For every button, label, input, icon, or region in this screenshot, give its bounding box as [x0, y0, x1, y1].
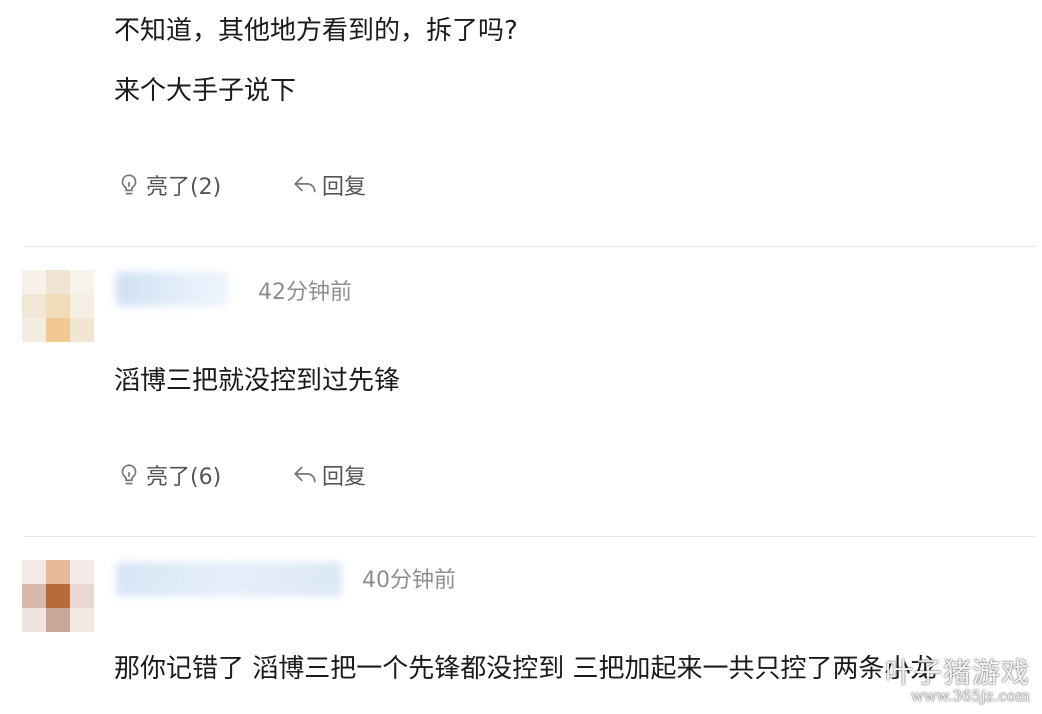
reply-arrow-icon: [294, 466, 316, 483]
watermark: 叶子猪游戏 www.365jz.com: [884, 656, 1030, 705]
comment-2-text: 滔博三把就没控到过先锋: [114, 366, 401, 396]
comment-timestamp: 40分钟前: [362, 568, 456, 593]
comment-1-line-1: 不知道，其他地方看到的，拆了吗?: [114, 16, 518, 46]
watermark-name: 叶子猪游戏: [884, 656, 1030, 689]
comment-divider: [24, 246, 1036, 247]
comment-divider: [24, 536, 1036, 537]
reply-label: 回复: [322, 465, 367, 490]
like-count-label: 亮了(6): [146, 465, 222, 490]
reply-label: 回复: [322, 175, 367, 200]
lightbulb-icon: [121, 174, 137, 195]
username-redacted[interactable]: [116, 272, 228, 306]
comment-2-actions: 亮了(6) 回复: [116, 460, 366, 490]
watermark-url: www.365jz.com: [910, 687, 1030, 705]
reply-button[interactable]: 回复: [292, 459, 366, 491]
avatar[interactable]: [22, 560, 94, 632]
username-redacted[interactable]: [116, 562, 342, 596]
comment-1-actions: 亮了(2) 回复: [116, 170, 366, 200]
like-button[interactable]: 亮了(2): [116, 169, 292, 201]
comment-3-text: 那你记错了 滔博三把一个先锋都没控到 三把加起来一共只控了两条小龙: [114, 654, 937, 684]
comment-timestamp: 42分钟前: [258, 280, 352, 305]
lightbulb-icon: [121, 464, 137, 485]
avatar[interactable]: [22, 270, 94, 342]
reply-arrow-icon: [294, 176, 316, 193]
reply-button[interactable]: 回复: [292, 169, 366, 201]
like-count-label: 亮了(2): [146, 175, 222, 200]
like-button[interactable]: 亮了(6): [116, 459, 292, 491]
comment-1-line-2: 来个大手子说下: [114, 76, 297, 106]
